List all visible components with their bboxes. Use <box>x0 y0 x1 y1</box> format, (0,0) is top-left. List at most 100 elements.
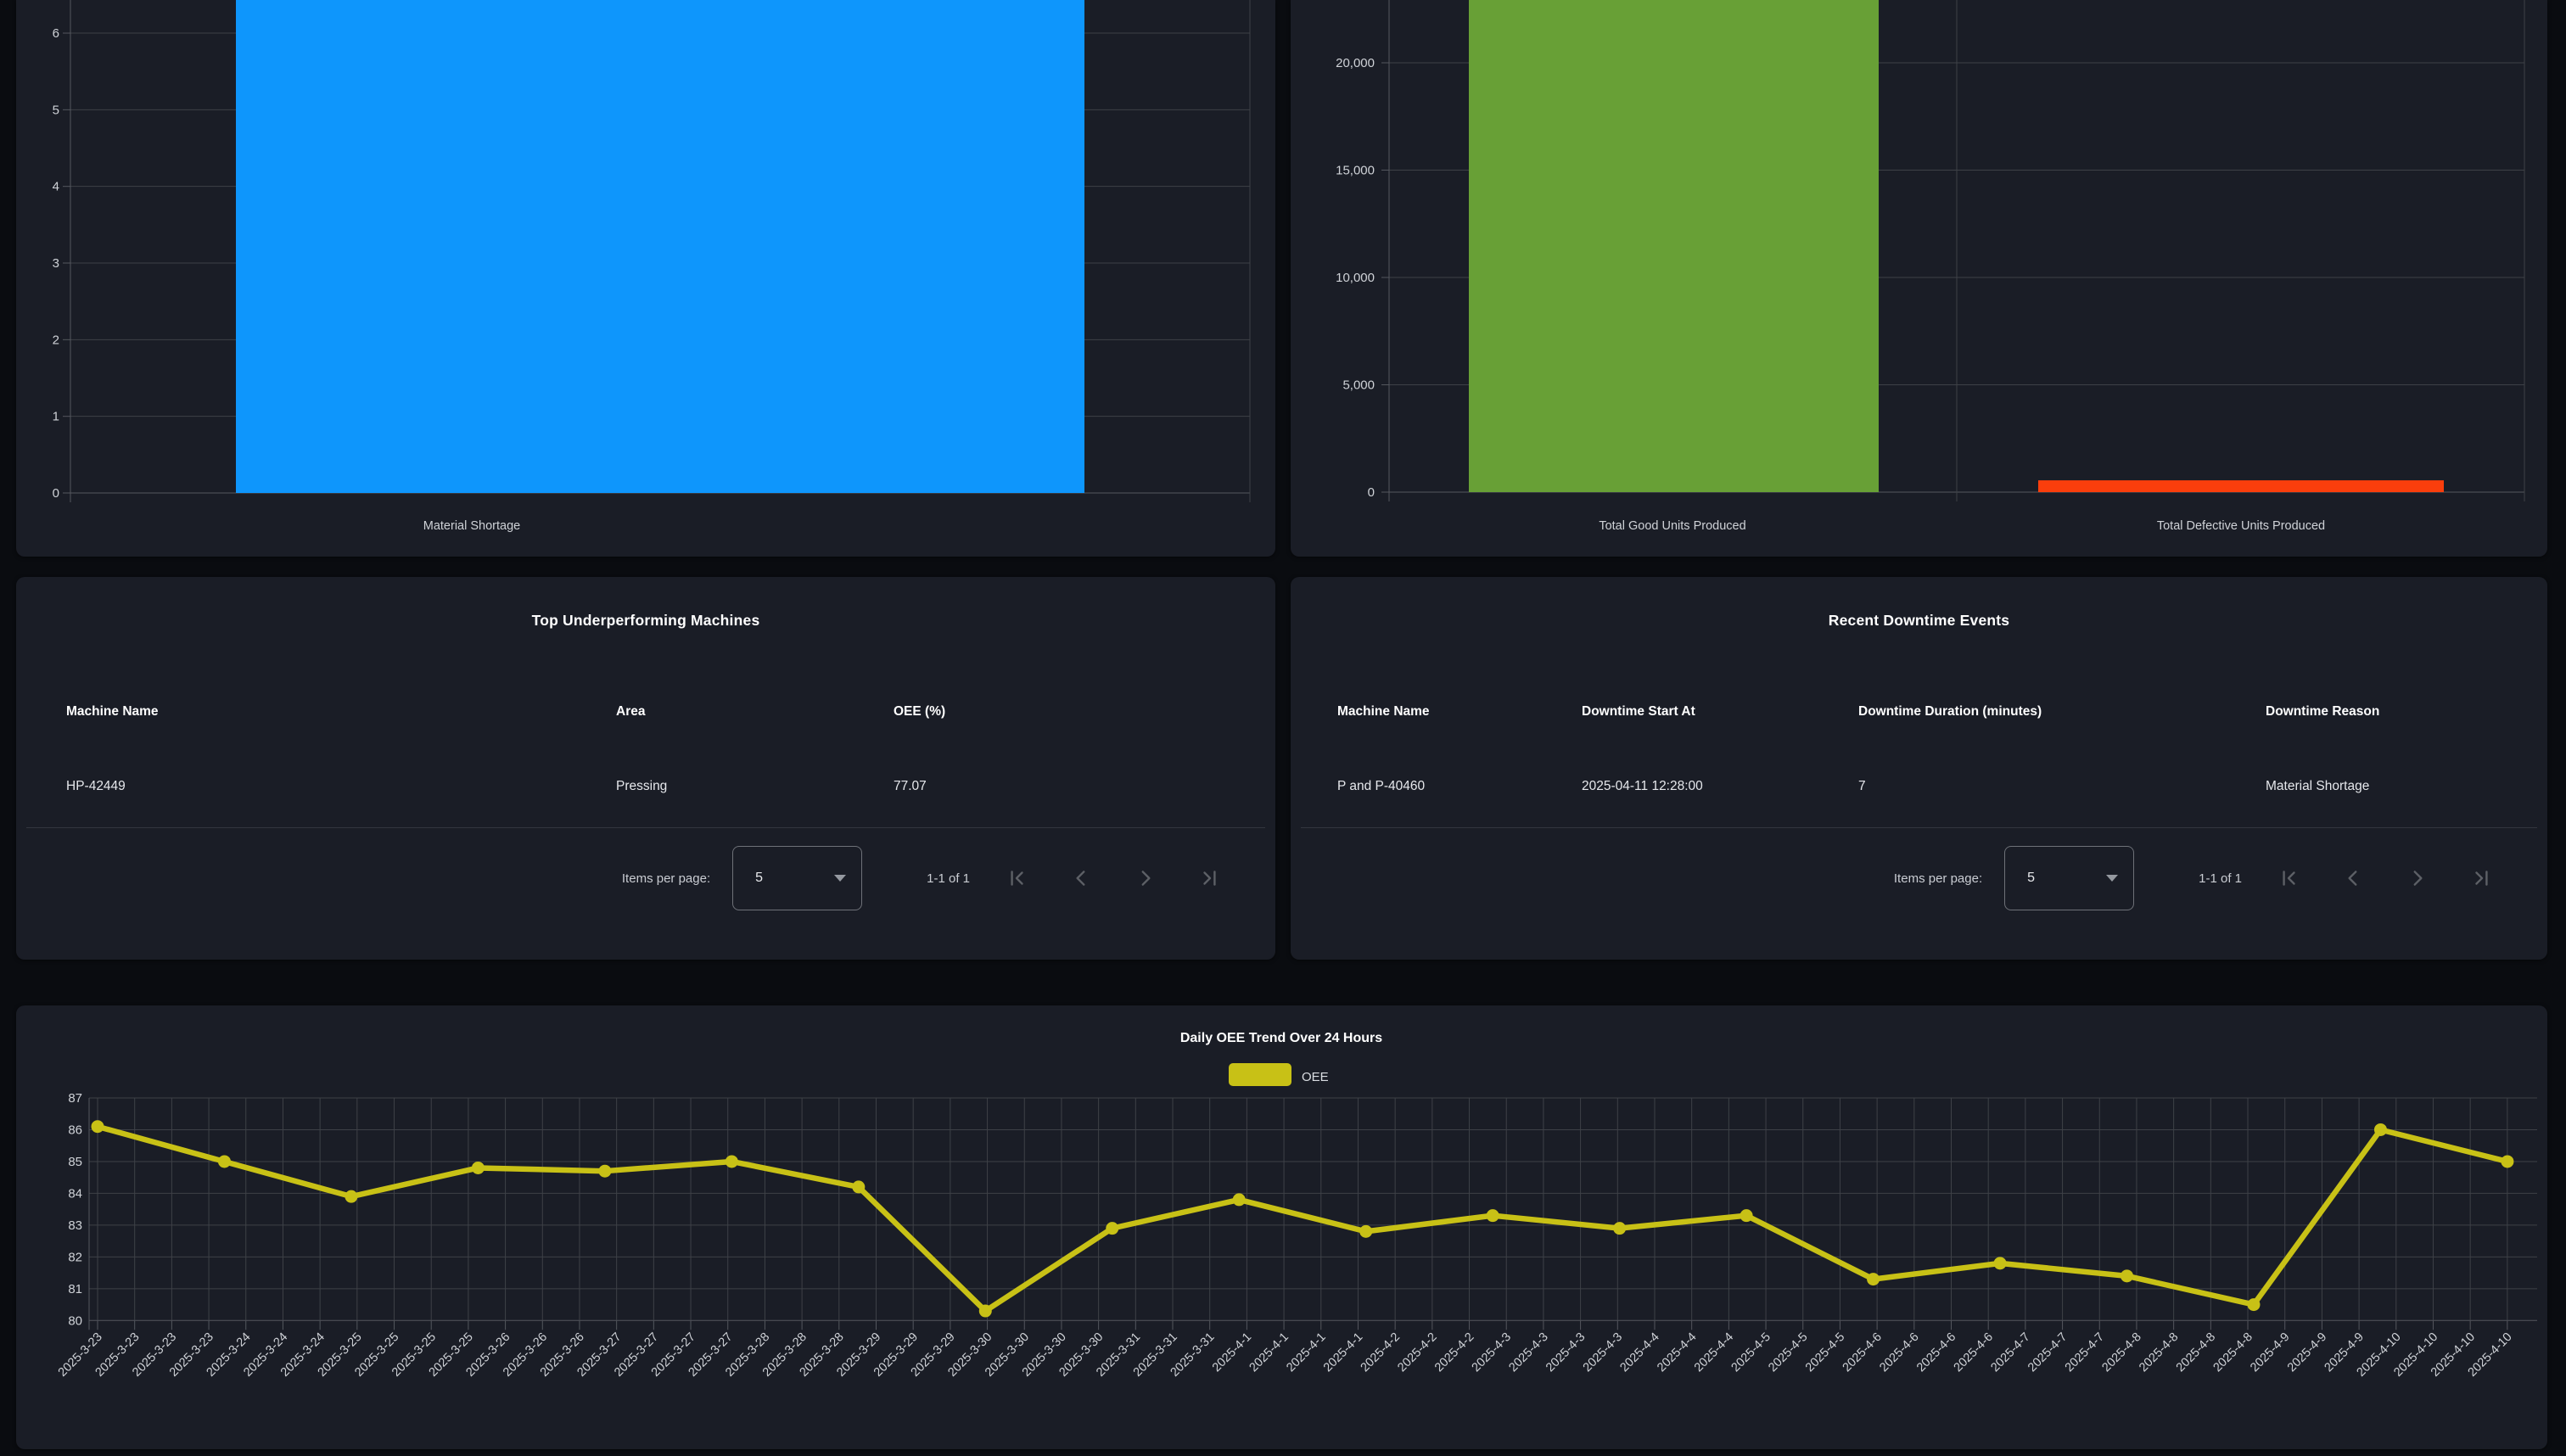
oee-point-2025-4-8[interactable] <box>2121 1269 2133 1282</box>
select-caret-icon <box>834 875 846 882</box>
cell-downtime-start: 2025-04-11 12:28:00 <box>1582 779 1703 794</box>
oee-point-2025-3-24[interactable] <box>218 1155 231 1168</box>
svg-text:2025-4-6: 2025-4-6 <box>1914 1330 1958 1375</box>
svg-text:Material Shortage: Material Shortage <box>423 519 520 533</box>
cell-area: Pressing <box>616 779 667 794</box>
column-header-downtime-reason: Downtime Reason <box>2266 704 2379 720</box>
svg-text:OEE: OEE <box>1302 1070 1329 1084</box>
svg-text:4: 4 <box>53 180 59 194</box>
items-per-page-value: 5 <box>2027 871 2035 886</box>
svg-text:85: 85 <box>68 1155 82 1169</box>
svg-text:0: 0 <box>53 486 59 501</box>
oee-point-2025-4-9[interactable] <box>2247 1298 2260 1311</box>
svg-text:84: 84 <box>68 1186 82 1201</box>
svg-text:2025-4-5: 2025-4-5 <box>1803 1330 1847 1375</box>
first-page-button[interactable] <box>2277 867 2300 889</box>
cell-downtime-reason: Material Shortage <box>2266 779 2369 794</box>
svg-text:2025-4-7: 2025-4-7 <box>2025 1330 2070 1375</box>
svg-text:10,000: 10,000 <box>1336 271 1375 285</box>
svg-text:2025-4-6: 2025-4-6 <box>1877 1330 1921 1375</box>
svg-text:0: 0 <box>1368 485 1375 500</box>
items-per-page-label: Items per page: <box>622 871 710 886</box>
last-page-button[interactable] <box>2471 867 2493 889</box>
defective-units-bar[interactable] <box>2038 480 2444 492</box>
column-header-machine-name: Machine Name <box>1337 704 1430 720</box>
svg-text:80: 80 <box>68 1313 82 1328</box>
svg-text:2025-4-9: 2025-4-9 <box>2285 1330 2329 1375</box>
oee-point-2025-4-2[interactable] <box>1359 1225 1372 1238</box>
downtime-events-card: Recent Downtime Events Machine Name Down… <box>1291 577 2547 960</box>
oee-point-2025-3-31[interactable] <box>1106 1222 1118 1235</box>
chevron-right-icon <box>2406 867 2429 889</box>
oee-line <box>98 1127 2507 1311</box>
units-produced-chart-card: 05,00010,00015,00020,000Total Good Units… <box>1291 0 2547 557</box>
paginator-nav <box>1006 867 1221 889</box>
svg-text:2025-4-7: 2025-4-7 <box>2063 1330 2107 1375</box>
chevron-left-icon <box>2342 867 2364 889</box>
previous-page-button[interactable] <box>2342 867 2364 889</box>
column-header-area: Area <box>616 704 645 720</box>
good-units-bar[interactable] <box>1469 0 1879 492</box>
svg-text:5,000: 5,000 <box>1342 378 1375 393</box>
svg-text:Daily OEE Trend Over 24 Hours: Daily OEE Trend Over 24 Hours <box>1180 1031 1382 1045</box>
column-header-downtime-duration: Downtime Duration (minutes) <box>1858 704 2042 720</box>
svg-text:2025-4-5: 2025-4-5 <box>1729 1330 1773 1375</box>
first-page-button[interactable] <box>1006 867 1028 889</box>
oee-point-2025-3-23[interactable] <box>92 1120 104 1133</box>
underperforming-card-title: Top Underperforming Machines <box>16 612 1275 630</box>
svg-text:86: 86 <box>68 1123 82 1137</box>
previous-page-button[interactable] <box>1070 867 1092 889</box>
oee-point-2025-4-7[interactable] <box>1994 1257 2007 1269</box>
svg-text:15,000: 15,000 <box>1336 164 1375 178</box>
svg-text:2025-4-8: 2025-4-8 <box>2174 1330 2218 1375</box>
next-page-button[interactable] <box>2406 867 2429 889</box>
oee-point-2025-3-25[interactable] <box>345 1190 357 1203</box>
svg-text:2025-4-3: 2025-4-3 <box>1470 1330 1514 1375</box>
oee-point-2025-3-27[interactable] <box>598 1165 611 1178</box>
svg-text:2025-4-1: 2025-4-1 <box>1210 1330 1254 1375</box>
downtime-by-reason-chart-card: 0123456Material Shortage <box>16 0 1275 557</box>
svg-text:2: 2 <box>53 333 59 347</box>
svg-text:2025-4-4: 2025-4-4 <box>1655 1330 1699 1375</box>
last-page-icon <box>2471 867 2493 889</box>
legend-swatch[interactable] <box>1229 1063 1291 1086</box>
svg-text:2025-4-3: 2025-4-3 <box>1581 1330 1625 1375</box>
items-per-page-select[interactable]: 5 <box>732 846 862 910</box>
chevron-left-icon <box>1070 867 1092 889</box>
svg-text:2025-4-1: 2025-4-1 <box>1284 1330 1328 1375</box>
oee-point-2025-4-11[interactable] <box>2501 1155 2513 1168</box>
oee-point-2025-4-5[interactable] <box>1740 1209 1753 1222</box>
oee-point-2025-3-29[interactable] <box>852 1180 865 1193</box>
svg-text:2025-4-1: 2025-4-1 <box>1321 1330 1365 1375</box>
oee-point-2025-3-28[interactable] <box>726 1155 738 1168</box>
material-shortage-bar[interactable] <box>236 0 1084 493</box>
downtime-by-reason-chart-svg: 0123456Material Shortage <box>16 0 1275 557</box>
svg-text:2025-4-9: 2025-4-9 <box>2248 1330 2292 1375</box>
cell-downtime-duration: 7 <box>1858 779 1866 794</box>
svg-text:3: 3 <box>53 256 59 271</box>
downtime-paginator: Items per page: 5 1-1 of 1 <box>1894 845 2493 911</box>
oee-point-2025-3-30[interactable] <box>979 1305 992 1318</box>
svg-text:2025-4-1: 2025-4-1 <box>1247 1330 1291 1375</box>
items-per-page-select[interactable]: 5 <box>2004 846 2134 910</box>
items-per-page-label: Items per page: <box>1894 871 1982 886</box>
oee-point-2025-4-1[interactable] <box>1233 1193 1246 1206</box>
svg-text:2025-4-8: 2025-4-8 <box>2210 1330 2255 1375</box>
table-divider <box>26 827 1265 828</box>
oee-point-2025-4-3[interactable] <box>1487 1209 1499 1222</box>
next-page-button[interactable] <box>1135 867 1157 889</box>
oee-point-2025-4-4[interactable] <box>1613 1222 1626 1235</box>
first-page-icon <box>1006 867 1028 889</box>
oee-point-2025-4-6[interactable] <box>1867 1273 1880 1285</box>
downtime-by-reason-chart: 0123456Material Shortage <box>16 0 1275 557</box>
oee-point-2025-3-26[interactable] <box>472 1162 485 1174</box>
oee-trend-chart-card: Daily OEE Trend Over 24 HoursOEE80818283… <box>16 1005 2547 1449</box>
svg-text:2025-4-2: 2025-4-2 <box>1432 1330 1476 1375</box>
first-page-icon <box>2277 867 2300 889</box>
last-page-button[interactable] <box>1199 867 1221 889</box>
chevron-right-icon <box>1135 867 1157 889</box>
paginator-nav <box>2277 867 2493 889</box>
svg-text:2025-4-2: 2025-4-2 <box>1359 1330 1403 1375</box>
svg-text:Total Good Units Produced: Total Good Units Produced <box>1599 519 1745 533</box>
oee-point-2025-4-10[interactable] <box>2374 1123 2387 1136</box>
